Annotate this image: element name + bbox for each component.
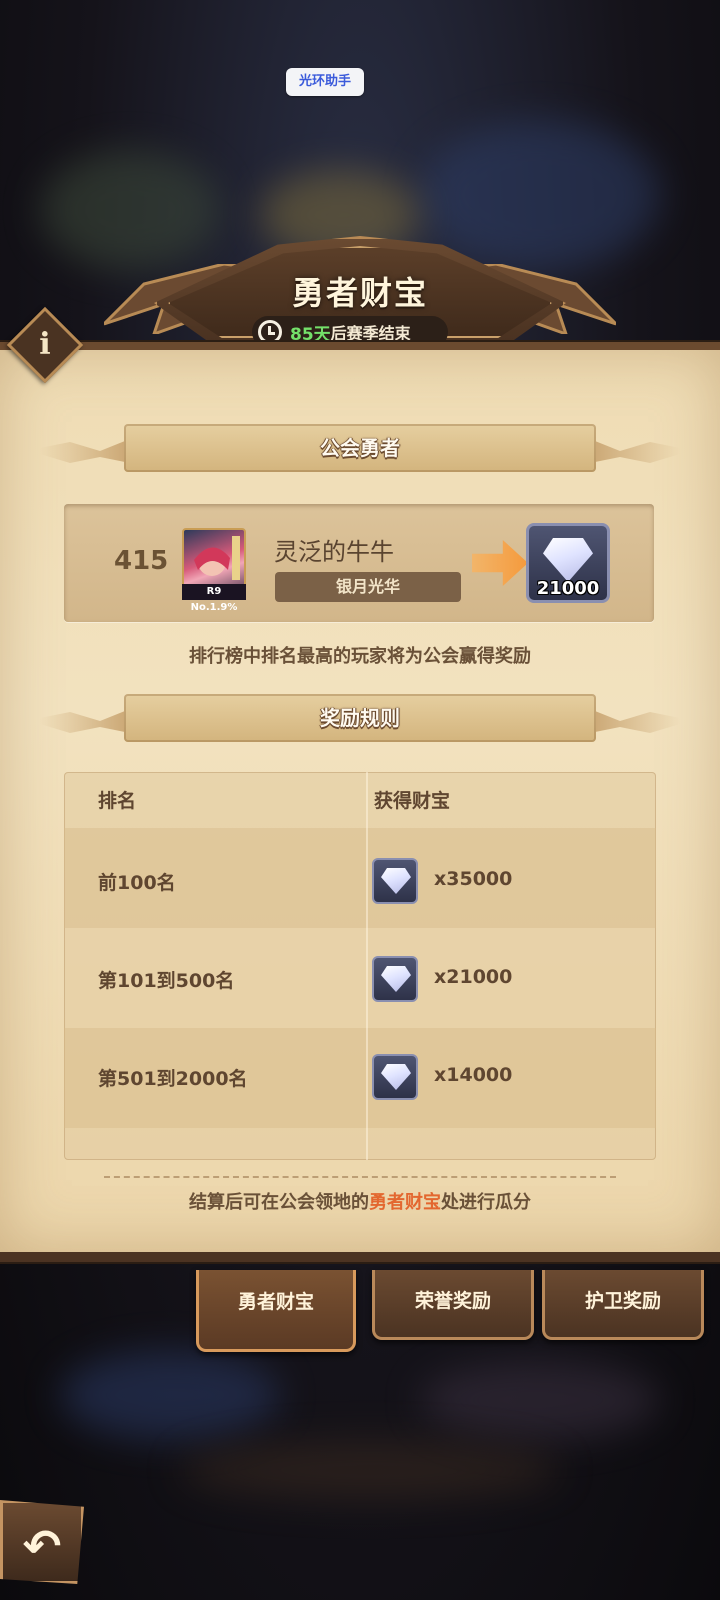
divider bbox=[104, 1176, 616, 1178]
hero-rank: 415 bbox=[114, 546, 169, 576]
avatar-rank-badge: R9 No.1.9% bbox=[182, 584, 246, 613]
table-header-row: 排名 获得财宝 bbox=[64, 772, 656, 828]
footer-highlight: 勇者财宝 bbox=[369, 1192, 441, 1213]
table-row: 前100名 x35000 bbox=[64, 828, 656, 928]
info-icon[interactable]: i bbox=[18, 318, 72, 372]
player-title-badge: 银月光华 bbox=[275, 572, 461, 602]
row-reward: x14000 bbox=[434, 1064, 513, 1086]
row-rank: 前100名 bbox=[98, 872, 176, 894]
column-header-rank: 排名 bbox=[98, 790, 137, 812]
diamond-icon bbox=[372, 956, 418, 1002]
season-suffix: 后赛季结束 bbox=[330, 324, 411, 343]
guild-hero-heading: 公会勇者 bbox=[320, 436, 400, 460]
diamond-icon bbox=[372, 858, 418, 904]
footer-prefix: 结算后可在公会领地的 bbox=[189, 1192, 369, 1213]
rewards-table: 排名 获得财宝 前100名 x35000 第101到500名 x21000 第5… bbox=[64, 772, 656, 1160]
row-reward: x35000 bbox=[434, 868, 513, 890]
page-title: 勇者财宝 bbox=[291, 274, 428, 312]
row-reward: x21000 bbox=[434, 966, 513, 988]
diamond-icon bbox=[372, 1054, 418, 1100]
rules-ribbon: 奖励规则 bbox=[40, 694, 680, 754]
tab-honor-rewards[interactable]: 荣誉奖励 bbox=[372, 1270, 534, 1340]
footer-note: 结算后可在公会领地的勇者财宝处进行瓜分 bbox=[0, 1188, 720, 1214]
guild-reward-note: 排行榜中排名最高的玩家将为公会赢得奖励 bbox=[189, 646, 531, 667]
season-days: 85天 bbox=[290, 324, 331, 345]
assistant-chip[interactable]: 光环助手 bbox=[286, 68, 364, 96]
guild-hero-ribbon: 公会勇者 bbox=[40, 424, 680, 484]
column-header-reward: 获得财宝 bbox=[374, 790, 451, 812]
tab-guard-rewards[interactable]: 护卫奖励 bbox=[542, 1270, 704, 1340]
footer-suffix: 处进行瓜分 bbox=[441, 1192, 531, 1213]
tab-hero-treasure[interactable]: 勇者财宝 bbox=[196, 1270, 356, 1352]
table-row: 第101到500名 x21000 bbox=[64, 928, 656, 1028]
reward-count: 21000 bbox=[536, 578, 600, 599]
row-rank: 第501到2000名 bbox=[98, 1068, 248, 1090]
diamond-icon bbox=[543, 538, 593, 582]
rules-heading: 奖励规则 bbox=[320, 706, 400, 730]
column-divider bbox=[366, 772, 368, 1160]
player-name: 灵泛的牛牛 bbox=[274, 538, 394, 566]
table-row: 第501到2000名 x14000 bbox=[64, 1028, 656, 1128]
back-arrow-icon[interactable]: ↶ bbox=[6, 1510, 78, 1582]
row-rank: 第101到500名 bbox=[98, 970, 235, 992]
clock-icon bbox=[258, 320, 282, 344]
